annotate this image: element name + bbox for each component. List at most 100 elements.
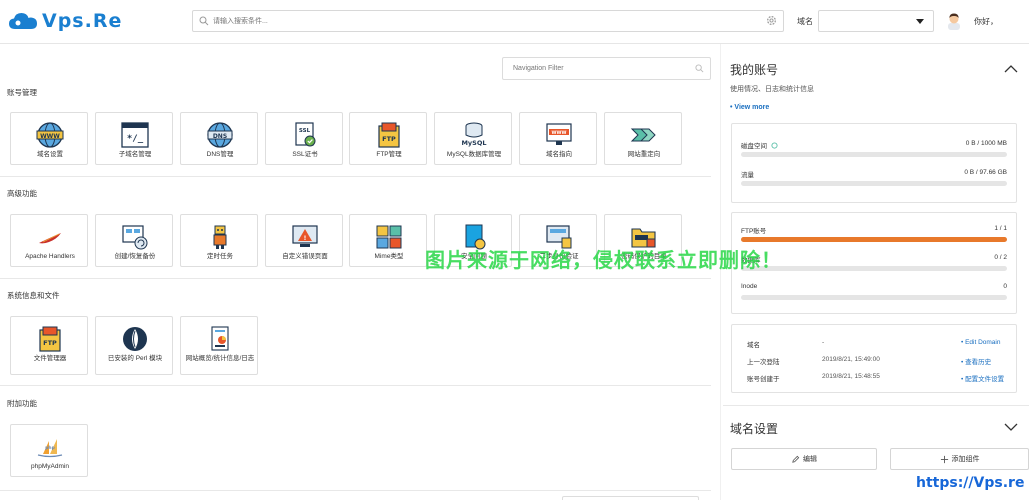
disk-space-label: 磁盘空间: [741, 140, 778, 150]
perl-onion-icon: [123, 327, 147, 351]
tile-label: MySQL数据库管理: [446, 151, 502, 158]
tile-label: DNS管理: [206, 151, 234, 158]
chevron-up-icon[interactable]: [1004, 64, 1018, 73]
tile-label: Apache Handlers: [25, 253, 75, 260]
tile-domain-pointers[interactable]: WWW 域名指向: [519, 112, 597, 165]
tile-mysql[interactable]: MySQL MySQL数据库管理: [434, 112, 512, 165]
bandwidth-bar: [741, 181, 1007, 186]
svg-text:MySQL: MySQL: [461, 139, 486, 147]
svg-text:!: !: [304, 235, 307, 242]
svg-text:WWW: WWW: [552, 130, 567, 136]
tile-perl-modules[interactable]: 已安装的 Perl 模块: [95, 316, 173, 375]
bandwidth-label: 流量: [741, 172, 754, 179]
tile-label: 文件管理器: [33, 355, 67, 362]
my-account-subtitle: 使用情况、日志和统计信息: [730, 86, 814, 93]
redirect-arrows-icon: [630, 128, 656, 142]
profile-settings-link[interactable]: • 配置文件设置: [961, 373, 1004, 383]
section-divider: [0, 385, 711, 386]
tile-mime-types[interactable]: Mime类型: [349, 214, 427, 267]
section-divider: [0, 278, 711, 279]
svg-text:DNS: DNS: [213, 133, 227, 140]
svg-text:SSL: SSL: [299, 128, 311, 134]
section-title-extra: 附加功能: [7, 399, 37, 408]
robot-icon: [213, 225, 227, 249]
domain-select[interactable]: [818, 10, 934, 32]
search-icon: [199, 16, 209, 26]
ftp-accounts-bar-fill: [741, 237, 1007, 242]
tile-label: Mime类型: [374, 253, 404, 260]
tile-site-stats[interactable]: 网站概览/统计信息/日志: [180, 316, 258, 375]
ftp-accounts-bar: [741, 237, 1007, 242]
tile-label: 网站概览/统计信息/日志: [185, 355, 255, 362]
watermark-text: 图片来源于网络，侵权联系立即删除！: [425, 248, 782, 272]
bandwidth-value: 0 B / 97.66 GB: [964, 169, 1007, 176]
tile-label: SSL证书: [292, 151, 318, 158]
info-last-login-key: 上一次登陆: [747, 359, 780, 366]
tile-label: 网站重定向: [627, 151, 661, 158]
plus-icon: [940, 455, 948, 463]
navigation-filter[interactable]: Navigation Filter: [502, 57, 711, 80]
tile-label: 定时任务: [207, 253, 233, 260]
user-greeting[interactable]: 你好，: [974, 16, 998, 27]
info-domain-value: -: [822, 339, 825, 346]
inode-label: Inode: [741, 283, 758, 290]
tile-label: 域名设置: [37, 151, 63, 158]
section-title-account: 账号管理: [7, 88, 37, 97]
panel-divider: [723, 405, 1029, 406]
svg-text:FTP: FTP: [382, 135, 396, 143]
tile-cron-jobs[interactable]: 定时任务: [180, 214, 258, 267]
info-icon[interactable]: [771, 142, 778, 149]
tile-ssl[interactable]: SSL SSL证书: [265, 112, 343, 165]
tile-ftp[interactable]: FTP FTP管理: [349, 112, 427, 165]
gear-icon[interactable]: [766, 15, 777, 26]
edit-domain-link[interactable]: • Edit Domain: [961, 339, 1001, 346]
tile-error-pages[interactable]: ! 自定义错误页面: [265, 214, 343, 267]
tile-subdomains[interactable]: */_ 子域名管理: [95, 112, 173, 165]
top-header: Vps.Re 域名 你好，: [0, 0, 1029, 44]
add-component-button[interactable]: 添加组件: [890, 448, 1029, 470]
inode-bar: [741, 295, 1007, 300]
mime-files-icon: [376, 225, 402, 249]
bottom-button[interactable]: [562, 496, 699, 500]
www-globe-icon: WWW: [36, 122, 64, 148]
logo[interactable]: Vps.Re: [8, 10, 122, 32]
section-divider: [0, 490, 711, 491]
caret-down-icon: [916, 19, 924, 24]
tile-file-manager[interactable]: FTP 文件管理器: [10, 316, 88, 375]
www-monitor-icon: WWW: [546, 123, 572, 145]
search-box[interactable]: [192, 10, 784, 32]
ftp-folder-icon: FTP: [39, 326, 61, 352]
tile-label: 已安装的 Perl 模块: [107, 355, 163, 362]
domain-label: 域名: [797, 17, 813, 26]
edit-button[interactable]: 编辑: [731, 448, 877, 470]
edit-button-label: 编辑: [803, 456, 817, 463]
info-domain-key: 域名: [747, 342, 760, 349]
svg-text:php: php: [45, 445, 55, 451]
tile-backup[interactable]: 创建/恢复备份: [95, 214, 173, 267]
tile-dns[interactable]: DNS DNS管理: [180, 112, 258, 165]
my-account-title: 我的账号: [730, 63, 779, 77]
svg-text:*/_: */_: [127, 134, 144, 144]
code-window-icon: */_: [121, 122, 149, 148]
inode-value: 0: [1003, 283, 1007, 290]
tile-label: FTP管理: [376, 151, 402, 158]
tile-label: 子域名管理: [118, 151, 152, 158]
avatar[interactable]: [946, 12, 962, 30]
info-last-login-value: 2019/8/21, 15:49:00: [822, 356, 880, 363]
search-input[interactable]: [213, 11, 753, 31]
add-component-button-label: 添加组件: [951, 456, 980, 463]
tile-phpmyadmin[interactable]: php phpMyAdmin: [10, 424, 88, 477]
tile-redirects[interactable]: 网站重定向: [604, 112, 682, 165]
view-more-link[interactable]: • View more: [730, 104, 769, 111]
tile-domain-settings[interactable]: WWW 域名设置: [10, 112, 88, 165]
logo-text: Vps.Re: [42, 10, 123, 32]
apache-feather-icon: [39, 233, 61, 244]
tile-label: phpMyAdmin: [31, 463, 69, 470]
chevron-down-icon[interactable]: [1004, 423, 1018, 432]
ftp-accounts-label: FTP账号: [741, 228, 767, 235]
tile-apache-handlers[interactable]: Apache Handlers: [10, 214, 88, 267]
tile-label: 域名指向: [546, 151, 572, 158]
site-watermark: https://Vps.re: [916, 475, 1025, 491]
view-history-link[interactable]: • 查看历史: [961, 356, 991, 366]
account-info-box: 域名 - • Edit Domain 上一次登陆 2019/8/21, 15:4…: [731, 324, 1017, 393]
